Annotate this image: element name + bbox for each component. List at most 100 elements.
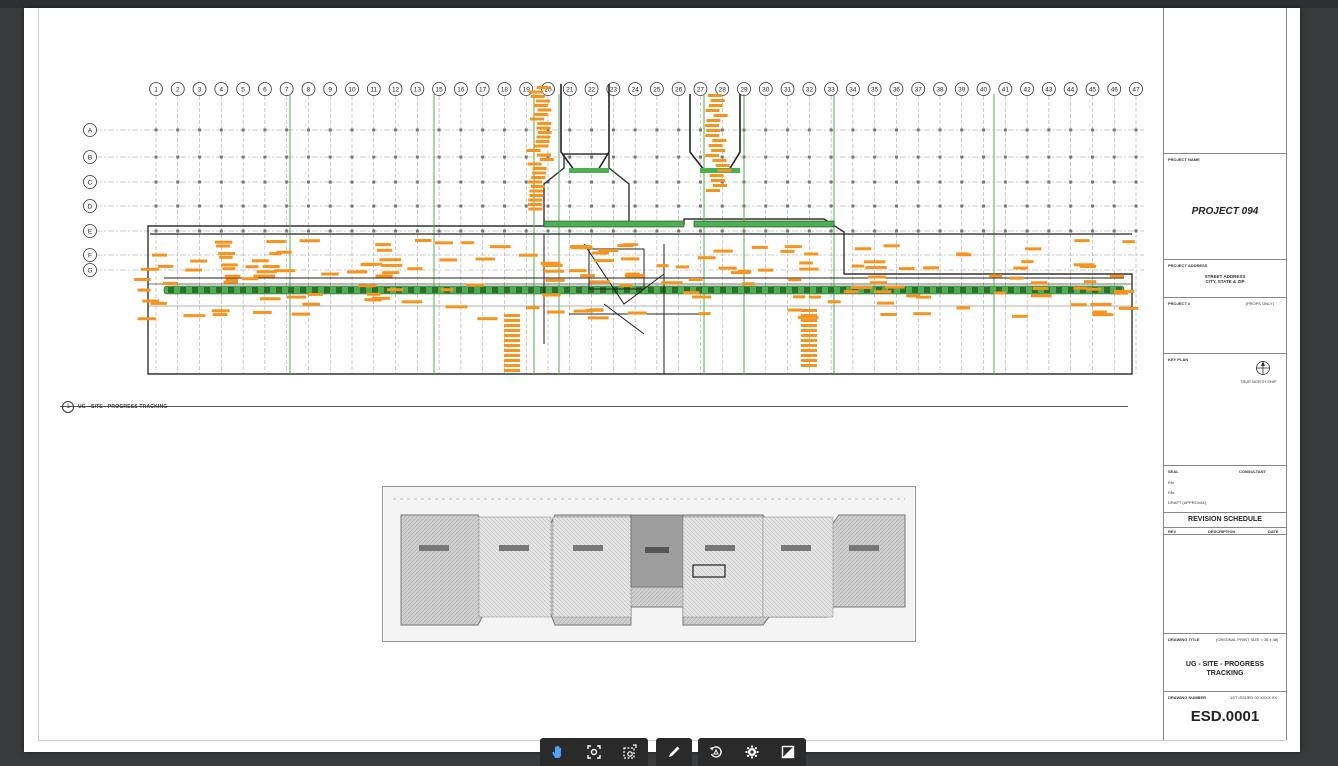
grid-label-28: 28 — [719, 86, 727, 93]
grid-label-42: 42 — [1023, 86, 1031, 93]
rotate-icon[interactable] — [698, 738, 734, 766]
issued-note: 1ST ISSUED 00 XXXX XX — [1230, 695, 1278, 700]
revision-header-row: REV DESCRIPTION DATE — [1164, 527, 1286, 535]
key-plan-svg — [383, 487, 915, 641]
key-plan-label: KEY PLAN — [1168, 357, 1189, 362]
grid-label-22: 22 — [588, 86, 596, 93]
grid-label-25: 25 — [653, 86, 661, 93]
rev-col-date: DATE — [1268, 529, 1279, 534]
viewer-top-bar — [0, 0, 1338, 8]
seal-line-1: File — [1168, 480, 1175, 485]
grid-label-36: 36 — [893, 86, 901, 93]
grid-label-38: 38 — [936, 86, 944, 93]
grid-label-32: 32 — [806, 86, 814, 93]
screenshot-icon[interactable] — [612, 738, 648, 766]
toolbar-group-view — [698, 738, 806, 766]
row-label-F: F — [88, 252, 92, 259]
project-name-label: PROJECT NAME — [1168, 157, 1200, 162]
project-address-label: PROJECT ADDRESS — [1168, 263, 1208, 268]
grid-label-23: 23 — [610, 86, 618, 93]
north-label: TRUE NORTH SHIP — [1240, 379, 1277, 384]
grid-label-16: 16 — [457, 86, 465, 93]
grid-label-12: 12 — [392, 86, 400, 93]
grid-label-30: 30 — [762, 86, 770, 93]
sheet-number: ESD.0001 — [1190, 708, 1260, 725]
grid-label-41: 41 — [1002, 86, 1010, 93]
seal-line-2: File — [1168, 490, 1175, 495]
grid-label-27: 27 — [697, 86, 705, 93]
drawing-number-cell: DRAWING NUMBER 1ST ISSUED 00 XXXX XX ESD… — [1164, 691, 1286, 741]
grid-label-21: 21 — [566, 86, 574, 93]
grid-label-26: 26 — [675, 86, 683, 93]
draft-label: DRAFT (APPROVAL) — [1168, 500, 1207, 505]
grid-label-2: 2 — [176, 86, 180, 93]
grid-label-24: 24 — [631, 86, 639, 93]
grid-label-31: 31 — [784, 86, 792, 93]
row-label-B: B — [88, 154, 92, 161]
row-label-D: D — [88, 203, 93, 210]
compare-icon[interactable] — [770, 738, 806, 766]
grid-label-35: 35 — [871, 86, 879, 93]
consultant-label: CONSULTANT — [1239, 469, 1266, 474]
site-plan-drawing[interactable]: 1 2 3 4 5 6 7 8 9 10 11 12 13 15 16 17 18 19 20 21 22 23 24 25 2… — [64, 74, 1144, 384]
caption-text: UG - SITE - PROGRESS TRACKING — [78, 404, 168, 410]
grid-label-6: 6 — [263, 86, 267, 93]
toolbar-group-navigate — [540, 738, 648, 766]
project-number-cell: PROJECT # (PROPS ONLY) — [1164, 297, 1286, 354]
gear-icon[interactable] — [734, 738, 770, 766]
grid-label-18: 18 — [501, 86, 509, 93]
drawing-title-cell: DRAWING TITLE (ORIGINAL PRINT SIZE = 36 … — [1164, 633, 1286, 692]
row-label-A: A — [88, 127, 93, 134]
seal-cell: SEAL CONSULTANT File File DRAFT (APPROVA… — [1164, 465, 1286, 513]
fit-view-icon[interactable] — [576, 738, 612, 766]
project-number: (PROPS ONLY) — [1245, 301, 1274, 306]
pan-hand-icon[interactable] — [540, 738, 576, 766]
row-label-C: C — [88, 179, 93, 186]
pencil-icon[interactable] — [656, 738, 692, 766]
grid-label-1: 1 — [154, 86, 158, 93]
grid-label-47: 47 — [1132, 86, 1140, 93]
grid-label-43: 43 — [1045, 86, 1053, 93]
grid-label-9: 9 — [328, 86, 332, 93]
project-address-cell: PROJECT ADDRESS STREET ADDRESS CITY, STA… — [1164, 259, 1286, 298]
caption-number: 1 — [62, 401, 74, 413]
grid-label-5: 5 — [241, 86, 245, 93]
grid-label-3: 3 — [198, 86, 202, 93]
grid-label-33: 33 — [827, 86, 835, 93]
project-name-cell: PROJECT NAME PROJECT 094 — [1164, 153, 1286, 260]
toolbar-group-markup — [656, 738, 692, 766]
project-name: PROJECT 094 — [1191, 206, 1259, 217]
grid-label-8: 8 — [307, 86, 311, 93]
revision-schedule-title: REVISION SCHEDULE — [1188, 516, 1262, 523]
site-plan-svg: 1 2 3 4 5 6 7 8 9 10 11 12 13 15 16 17 18 19 20 21 22 23 24 25 2… — [83, 82, 1144, 375]
grid-label-34: 34 — [849, 86, 857, 93]
drawing-sheet[interactable]: 1 2 3 4 5 6 7 8 9 10 11 12 13 15 16 17 18 19 20 21 22 23 24 25 2… — [24, 8, 1300, 752]
rev-col-description: DESCRIPTION — [1208, 529, 1236, 534]
drawing-title-label: DRAWING TITLE — [1168, 637, 1200, 642]
plan-caption: 1 UG - SITE - PROGRESS TRACKING — [62, 401, 167, 413]
row-label-E: E — [88, 228, 93, 235]
key-plan-cell: KEY PLAN TRUE NORTH SHIP — [1164, 353, 1286, 466]
grid-label-37: 37 — [915, 86, 923, 93]
grid-label-15: 15 — [435, 86, 443, 93]
title-block: PROJECT NAME PROJECT 094 PROJECT ADDRESS… — [1163, 8, 1287, 740]
grid-label-13: 13 — [414, 86, 422, 93]
rev-col-rev: REV — [1168, 529, 1177, 534]
drawing-number-label: DRAWING NUMBER — [1168, 695, 1206, 700]
row-label-G: G — [87, 267, 92, 274]
grid-label-10: 10 — [348, 86, 356, 93]
caption-underline — [60, 406, 1128, 407]
north-arrow-icon — [1256, 361, 1270, 375]
grid-label-29: 29 — [740, 86, 748, 93]
grid-label-39: 39 — [958, 86, 966, 93]
grid-label-44: 44 — [1067, 86, 1075, 93]
key-plan-overview[interactable] — [382, 486, 916, 642]
grid-label-45: 45 — [1089, 86, 1097, 93]
seal-label: SEAL — [1168, 469, 1179, 474]
grid-label-46: 46 — [1111, 86, 1119, 93]
scale-note: (ORIGINAL PRINT SIZE = 36 x 48) — [1216, 637, 1279, 642]
grid-label-40: 40 — [980, 86, 988, 93]
grid-label-11: 11 — [370, 86, 377, 93]
grid-label-7: 7 — [285, 86, 289, 93]
drawing-title: UG - SITE - PROGRESS TRACKING — [1185, 661, 1265, 677]
